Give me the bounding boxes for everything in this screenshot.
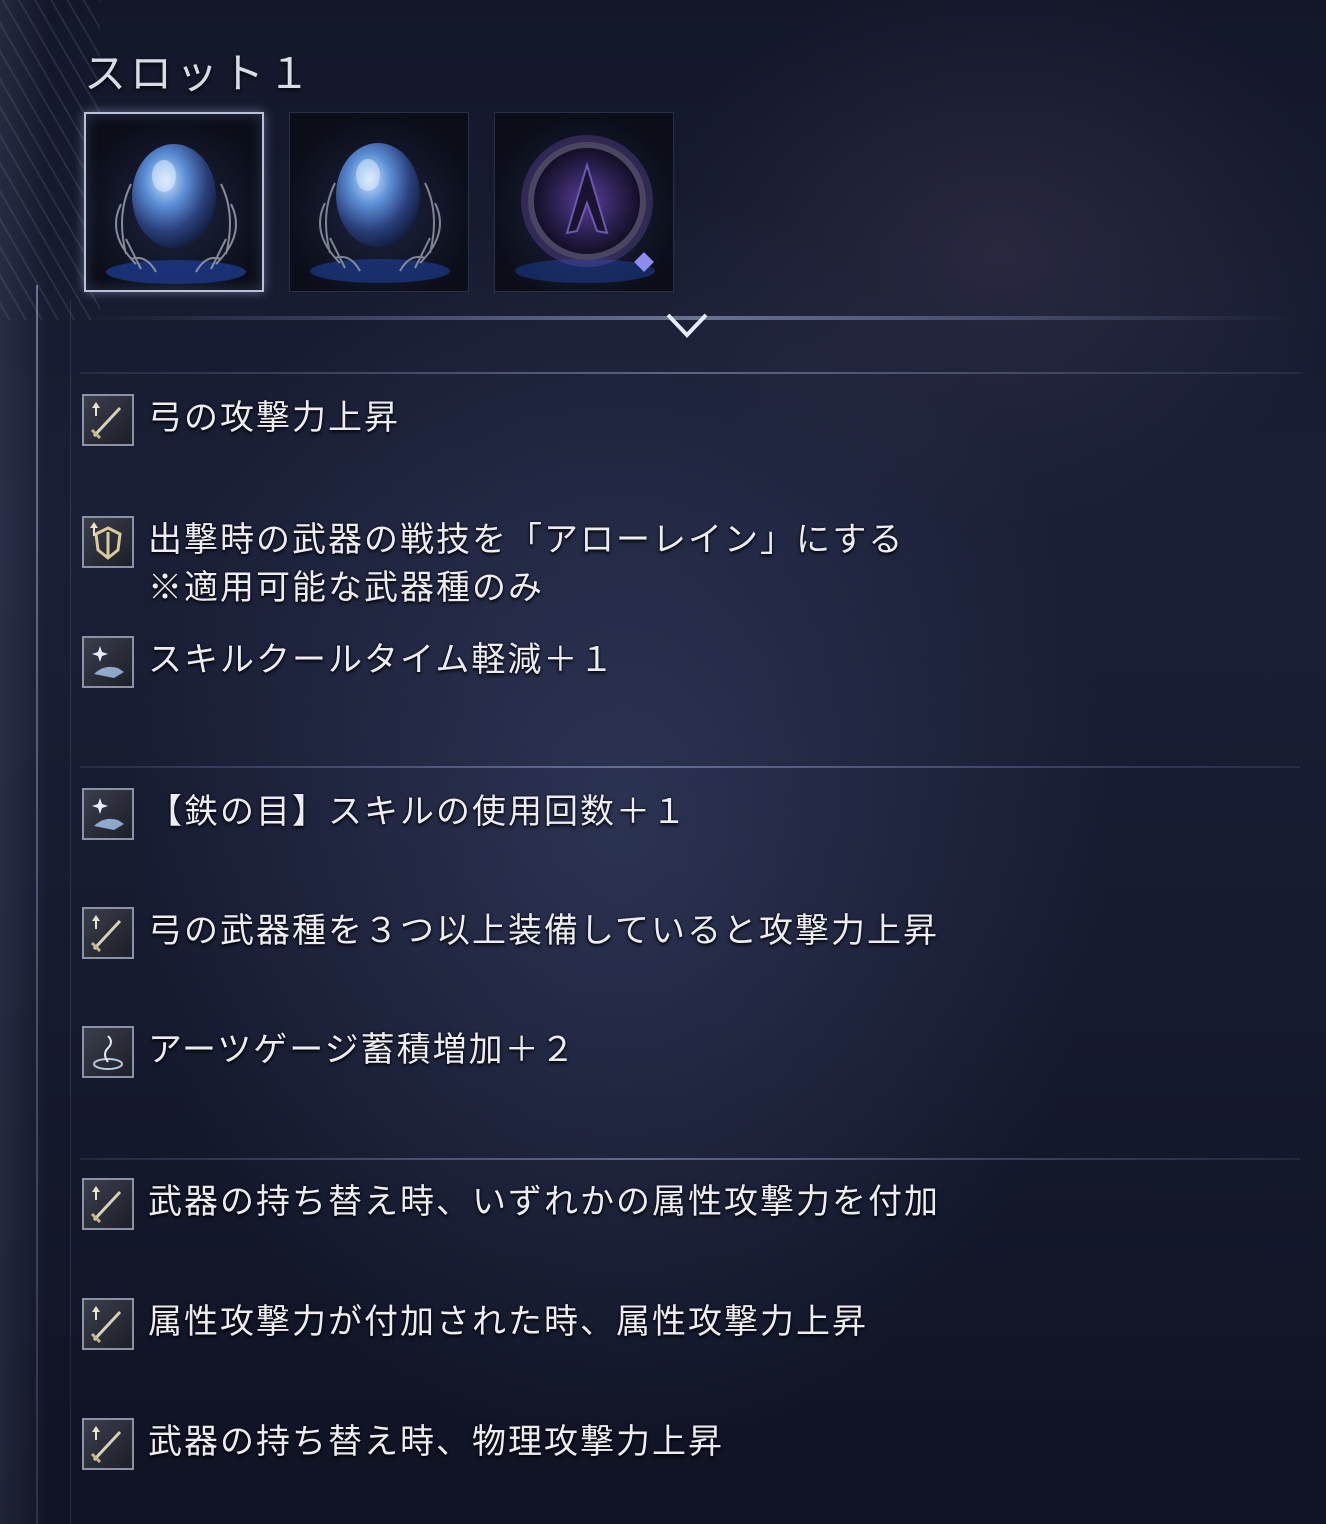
- sword-up-icon: [82, 907, 134, 959]
- sword-up-icon: [82, 1298, 134, 1350]
- purple-dark-relic-icon: [515, 135, 655, 283]
- effect-text: 属性攻撃力が付加された時、属性攻撃力上昇: [148, 1302, 868, 1342]
- swirl-icon: [82, 1026, 134, 1078]
- effect-row: スキルクールタイム軽減＋１: [82, 636, 615, 688]
- effect-row: 武器の持ち替え時、いずれかの属性攻撃力を付加: [82, 1178, 940, 1230]
- effect-text: スキルクールタイム軽減＋１: [148, 640, 616, 680]
- relic-slot-2[interactable]: [289, 112, 469, 292]
- effect-row: 出撃時の武器の戦技を「アローレイン」にする ※適用可能な武器種のみ: [82, 516, 904, 612]
- chevron-down-icon[interactable]: [664, 305, 710, 345]
- sword-up-icon: [82, 1418, 134, 1470]
- section-divider: [80, 1158, 1300, 1160]
- shield-up-icon: [82, 516, 134, 568]
- effect-text: 出撃時の武器の戦技を「アローレイン」にする: [148, 520, 905, 560]
- effect-note: ※適用可能な武器種のみ: [148, 568, 544, 608]
- relic-slot-3[interactable]: [494, 112, 674, 292]
- hand-sparkle-icon: [82, 636, 134, 688]
- effect-text: 弓の武器種を３つ以上装備していると攻撃力上昇: [148, 911, 939, 951]
- blue-egg-relic-icon: [310, 143, 450, 283]
- sword-up-icon: [82, 394, 134, 446]
- effect-row: 弓の武器種を３つ以上装備していると攻撃力上昇: [82, 907, 939, 959]
- effect-row: 弓の攻撃力上昇: [82, 394, 400, 446]
- effects-top-divider: [80, 372, 1300, 374]
- effect-row: 武器の持ち替え時、物理攻撃力上昇: [82, 1418, 724, 1470]
- section-divider: [80, 766, 1300, 768]
- effect-row: 属性攻撃力が付加された時、属性攻撃力上昇: [82, 1298, 868, 1350]
- effect-text: 【鉄の目】スキルの使用回数＋１: [148, 792, 688, 832]
- relic-slot-screen: スロット１ 弓の攻撃力上昇 出撃時の武器の戦技を「アローレイン」にする ※適用可…: [0, 0, 1326, 1524]
- blue-egg-relic-icon: [106, 144, 246, 284]
- effect-row: 【鉄の目】スキルの使用回数＋１: [82, 788, 688, 840]
- left-frame-inner-line: [70, 300, 71, 1524]
- effect-text: 武器の持ち替え時、物理攻撃力上昇: [148, 1422, 724, 1462]
- hand-sparkle-icon: [82, 788, 134, 840]
- relic-slot-1[interactable]: [84, 112, 264, 292]
- effect-text: 弓の攻撃力上昇: [148, 398, 400, 438]
- effect-row: アーツゲージ蓄積増加＋２: [82, 1026, 577, 1078]
- effect-text: 武器の持ち替え時、いずれかの属性攻撃力を付加: [148, 1182, 940, 1222]
- slot-title: スロット１: [84, 49, 315, 98]
- effect-text: アーツゲージ蓄積増加＋２: [148, 1030, 577, 1070]
- sword-up-icon: [82, 1178, 134, 1230]
- left-frame-line: [36, 285, 38, 1524]
